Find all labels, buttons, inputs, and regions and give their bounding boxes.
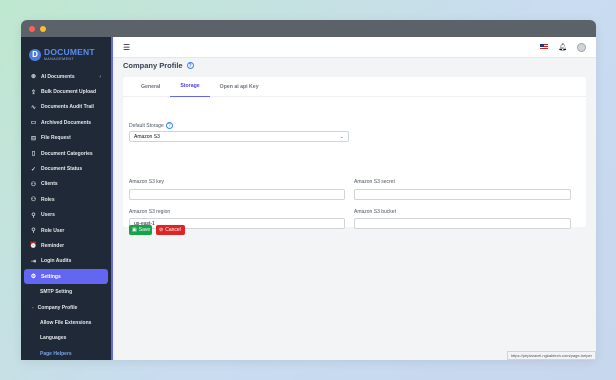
settings-tabs: General Storage Open ai api Key	[123, 77, 586, 97]
s3-secret-input[interactable]	[354, 189, 571, 200]
window-titlebar	[21, 20, 596, 37]
sidebar-item-clients[interactable]: ⚇ Clients	[21, 177, 111, 192]
save-button[interactable]: ▣ Save	[129, 225, 152, 235]
sidebar-item-file-request[interactable]: ⊟ File Request	[21, 131, 111, 146]
storage-help-icon[interactable]: ?	[165, 122, 173, 129]
sidebar-item-bulk-upload[interactable]: ⇪ Bulk Document Upload	[21, 84, 111, 99]
sidebar-item-users[interactable]: ⚲ Users	[21, 208, 111, 223]
upload-icon: ⇪	[30, 89, 37, 96]
app-shell: D DOCUMENT MANAGEMENT ⊛ AI Documents › ⇪ Bu…	[21, 37, 596, 360]
save-icon: ▣	[132, 227, 137, 233]
role-user-icon: ⚲	[31, 228, 36, 235]
avatar[interactable]	[577, 42, 586, 52]
sidebar-subitem-page-helpers[interactable]: Page Helpers	[21, 346, 111, 360]
chevron-down-icon: ⌄	[339, 133, 344, 140]
sidebar-item-login-audits[interactable]: ⇥ Login Audits	[21, 254, 111, 269]
status-bar-url: https://phplaravel.ngkabtech.com/page-he…	[506, 351, 596, 360]
logo-badge-icon: D	[29, 48, 41, 61]
settings-card: General Storage Open ai api Key Default …	[123, 77, 586, 229]
sidebar-item-role-user[interactable]: ⚲ Role User	[21, 223, 111, 238]
sidebar-item-settings[interactable]: ⚙ Settings	[24, 269, 108, 285]
help-icon[interactable]: ?	[186, 62, 194, 69]
s3-key-input[interactable]	[129, 189, 345, 200]
user-icon: ⚲	[31, 212, 36, 219]
minimize-window-button[interactable]	[40, 25, 46, 32]
bullet-icon: -	[32, 304, 34, 311]
bell-icon[interactable]: 🔔︎	[558, 43, 567, 51]
sidebar-subitem-file-extensions[interactable]: Allow File Extensions	[21, 315, 111, 330]
s3-region-label: Amazon S3 region	[129, 209, 171, 215]
sidebar-item-ai-documents[interactable]: ⊛ AI Documents ›	[21, 69, 111, 84]
tab-general[interactable]: General	[131, 77, 170, 97]
sidebar-item-categories[interactable]: ▯ Document Categories	[21, 146, 111, 161]
tab-storage[interactable]: Storage	[170, 77, 210, 97]
s3-key-label: Amazon S3 key	[129, 179, 165, 185]
sidebar: D DOCUMENT MANAGEMENT ⊛ AI Documents › ⇪ Bu…	[21, 37, 113, 360]
sidebar-item-roles[interactable]: ⚇ Roles	[21, 192, 111, 207]
sidebar-subitem-smtp[interactable]: SMTP Setting	[21, 284, 111, 299]
cancel-button[interactable]: ⊘ Cancel	[156, 225, 185, 235]
cancel-icon: ⊘	[159, 227, 164, 233]
clients-icon: ⚇	[30, 181, 37, 188]
s3-bucket-input[interactable]	[354, 218, 571, 229]
main-content: ☰ 🔔︎ Company Profile ? General Storage O…	[113, 37, 596, 360]
browser-window: D DOCUMENT MANAGEMENT ⊛ AI Documents › ⇪ Bu…	[21, 20, 596, 360]
activity-icon: ∿	[30, 104, 37, 111]
s3-bucket-label: Amazon S3 bucket	[354, 209, 396, 215]
s3-secret-label: Amazon S3 secret	[354, 179, 395, 185]
sidebar-item-audit-trail[interactable]: ∿ Documents Audit Trail	[21, 100, 111, 115]
sidebar-item-reminder[interactable]: ⏰ Reminder	[21, 238, 111, 253]
sidebar-subitem-languages[interactable]: Languages	[21, 331, 111, 346]
default-storage-label: Default Storage ?	[129, 122, 173, 129]
document-icon: ▯	[31, 151, 36, 158]
tab-openai-key[interactable]: Open ai api Key	[210, 77, 269, 97]
default-storage-select[interactable]: Amazon S3 ⌄	[129, 131, 349, 142]
sparkle-icon: ⊛	[30, 74, 37, 81]
reminder-icon: ⏰	[29, 243, 38, 250]
roles-icon: ⚇	[30, 197, 37, 204]
archive-icon: ▭	[30, 120, 37, 127]
settings-icon: ⚙	[30, 274, 37, 281]
app-logo[interactable]: D DOCUMENT MANAGEMENT	[21, 37, 111, 67]
sidebar-nav: ⊛ AI Documents › ⇪ Bulk Document Upload ∿ Do…	[21, 67, 111, 360]
sidebar-item-status[interactable]: ✓ Document Status	[21, 161, 111, 176]
close-window-button[interactable]	[29, 25, 35, 32]
check-icon: ✓	[30, 166, 37, 173]
file-request-icon: ⊟	[30, 135, 37, 142]
chevron-right-icon: ›	[99, 73, 101, 80]
logo-title: DOCUMENT	[44, 47, 95, 57]
page-title: Company Profile ?	[123, 61, 194, 70]
us-flag-icon[interactable]	[540, 44, 549, 50]
menu-toggle-icon[interactable]: ☰	[123, 43, 130, 52]
top-bar: ☰ 🔔︎	[113, 37, 596, 58]
login-icon: ⇥	[30, 258, 37, 265]
sidebar-subitem-company-profile[interactable]: - Company Profile	[21, 300, 111, 315]
sidebar-item-archived[interactable]: ▭ Archived Documents	[21, 115, 111, 130]
logo-subtitle: MANAGEMENT	[44, 56, 75, 61]
